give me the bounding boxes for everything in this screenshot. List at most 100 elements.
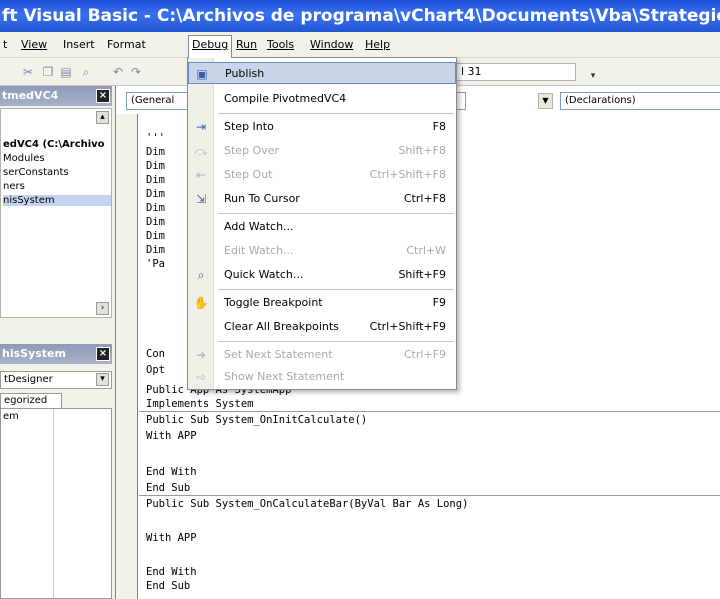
step-over-icon: ⤼ xyxy=(194,144,208,158)
code-line[interactable]: End Sub xyxy=(146,580,190,592)
scroll-right-icon[interactable]: › xyxy=(96,302,109,315)
paste-icon[interactable]: ▤ xyxy=(58,64,74,80)
code-line[interactable]: End Sub xyxy=(146,482,190,494)
menu-item-edit-watch[interactable]: Edit Watch... Ctrl+W xyxy=(188,240,456,262)
close-icon[interactable]: × xyxy=(96,347,110,361)
code-line[interactable]: Implements System xyxy=(146,398,253,410)
undo-icon[interactable]: ↶ xyxy=(110,64,126,80)
code-line[interactable]: Dim xyxy=(146,160,165,172)
properties-grid: em xyxy=(0,408,112,599)
menu-tools[interactable]: Tools xyxy=(264,36,297,54)
step-into-icon: ⇥ xyxy=(195,120,207,134)
code-line[interactable]: With APP xyxy=(146,430,197,442)
code-line[interactable]: Public Sub System_OnInitCalculate() xyxy=(146,414,367,426)
tree-item-thissystem[interactable]: nisSystem xyxy=(3,195,111,206)
properties-object-dropdown[interactable]: tDesigner ▾ xyxy=(0,371,112,389)
menu-item-shortcut: Ctrl+F9 xyxy=(403,348,446,361)
menu-item-shortcut: F9 xyxy=(432,296,446,309)
menu-insert[interactable]: Insert xyxy=(60,36,98,54)
close-icon[interactable]: × xyxy=(96,89,110,103)
code-line[interactable]: Dim xyxy=(146,216,165,228)
menu-item-label: Run To Cursor xyxy=(224,192,300,205)
tree-item-project[interactable]: edVC4 (C:\Archivo xyxy=(3,139,111,150)
properties-title: hisSystem × xyxy=(0,344,112,364)
menu-item-shortcut: Ctrl+F8 xyxy=(403,192,446,205)
menu-item-toggle-breakpoint[interactable]: ✋ Toggle Breakpoint F9 xyxy=(188,292,456,314)
code-line[interactable]: Opt xyxy=(146,364,165,376)
menu-item-shortcut: F8 xyxy=(432,120,446,133)
menu-item-label: Step Into xyxy=(224,120,274,133)
show-next-icon: ⇨ xyxy=(195,370,207,384)
code-line[interactable]: Dim xyxy=(146,202,165,214)
menu-item-label: Step Over xyxy=(224,144,279,157)
cursor-position-text: l 31 xyxy=(461,65,482,78)
code-line[interactable]: Dim xyxy=(146,244,165,256)
menu-format[interactable]: Format xyxy=(104,36,149,54)
tree-item-thissystem-label: nisSystem xyxy=(3,195,55,206)
debug-menu: ▣ Publish Compile PivotmedVC4 ⇥ Step Int… xyxy=(187,57,457,390)
scroll-up-icon[interactable]: ▴ xyxy=(96,111,109,124)
breakpoint-hand-icon: ✋ xyxy=(193,296,209,310)
redo-icon[interactable]: ↷ xyxy=(128,64,144,80)
code-line[interactable]: ''' xyxy=(146,132,165,144)
copy-icon[interactable]: ❐ xyxy=(40,64,56,80)
tree-item-modules[interactable]: Modules xyxy=(3,153,111,164)
code-line[interactable]: Dim xyxy=(146,146,165,158)
code-line[interactable]: Dim xyxy=(146,188,165,200)
tree-item-userconstants-label: serConstants xyxy=(3,167,69,178)
menu-item-label: Edit Watch... xyxy=(224,244,294,257)
menu-view-label: View xyxy=(21,38,48,51)
property-row-label: em xyxy=(3,411,19,422)
tree-item-project-label: edVC4 (C:\Archivo xyxy=(3,139,105,150)
tab-categorized[interactable]: egorized xyxy=(0,393,62,409)
code-line[interactable]: With APP xyxy=(146,532,197,544)
menu-separator xyxy=(218,113,454,114)
menu-item-compile[interactable]: Compile PivotmedVC4 xyxy=(188,88,456,110)
menu-item-set-next-statement[interactable]: ➜ Set Next Statement Ctrl+F9 xyxy=(188,344,456,366)
menu-item-step-into[interactable]: ⇥ Step Into F8 xyxy=(188,116,456,138)
menu-run[interactable]: Run xyxy=(233,36,260,54)
code-line[interactable]: End With xyxy=(146,566,197,578)
chevron-down-icon[interactable]: ▼ xyxy=(538,93,553,109)
menu-window[interactable]: Window xyxy=(307,36,356,54)
code-line[interactable]: Public Sub System_OnCalculateBar(ByVal B… xyxy=(146,498,468,510)
menu-edit-label: t xyxy=(3,38,8,51)
menu-debug[interactable]: Debug xyxy=(188,35,233,58)
code-line[interactable]: End With xyxy=(146,466,197,478)
menu-item-shortcut: Ctrl+Shift+F9 xyxy=(369,320,446,333)
code-line[interactable]: Con xyxy=(146,348,165,360)
cursor-position-field: l 31 xyxy=(456,63,576,81)
cut-icon[interactable]: ✂ xyxy=(20,64,36,80)
menu-item-label: Step Out xyxy=(224,168,273,181)
code-margin xyxy=(116,114,138,599)
tab-categorized-label: egorized xyxy=(4,395,48,406)
toolbar-options-icon[interactable]: ▾ xyxy=(588,68,598,84)
project-explorer-title-text: tmedVC4 xyxy=(2,89,59,102)
menu-item-step-out[interactable]: ⇤ Step Out Ctrl+Shift+F8 xyxy=(188,164,456,186)
menu-item-quick-watch[interactable]: ⌕ Quick Watch... Shift+F9 xyxy=(188,264,456,286)
menu-item-publish[interactable]: ▣ Publish xyxy=(188,62,456,84)
menu-item-add-watch[interactable]: Add Watch... xyxy=(188,216,456,238)
property-grid-divider xyxy=(53,409,54,598)
code-line[interactable]: 'Pa xyxy=(146,258,165,270)
menu-edit[interactable]: t xyxy=(0,36,10,54)
menu-item-run-to-cursor[interactable]: ⇲ Run To Cursor Ctrl+F8 xyxy=(188,188,456,210)
find-icon[interactable]: ⌕ xyxy=(78,64,94,80)
property-row[interactable]: em xyxy=(3,411,111,422)
procedure-combo[interactable]: (Declarations) xyxy=(560,92,720,110)
menu-item-show-next-statement[interactable]: ⇨ Show Next Statement xyxy=(188,366,456,388)
menu-help[interactable]: Help xyxy=(362,36,393,54)
menu-item-step-over[interactable]: ⤼ Step Over Shift+F8 xyxy=(188,140,456,162)
menu-view[interactable]: View xyxy=(18,36,50,54)
tree-item-designers-label: ners xyxy=(3,181,25,192)
code-line[interactable]: Dim xyxy=(146,174,165,186)
menu-tools-label: Tools xyxy=(267,38,295,51)
menu-debug-label: Debug xyxy=(192,38,229,51)
menu-separator xyxy=(218,341,454,342)
tree-item-userconstants[interactable]: serConstants xyxy=(3,167,111,178)
menu-item-clear-breakpoints[interactable]: Clear All Breakpoints Ctrl+Shift+F9 xyxy=(188,316,456,338)
code-line[interactable]: Dim xyxy=(146,230,165,242)
tree-item-designers[interactable]: ners xyxy=(3,181,111,192)
chevron-down-icon[interactable]: ▾ xyxy=(96,373,109,386)
next-statement-icon: ➜ xyxy=(195,348,207,362)
